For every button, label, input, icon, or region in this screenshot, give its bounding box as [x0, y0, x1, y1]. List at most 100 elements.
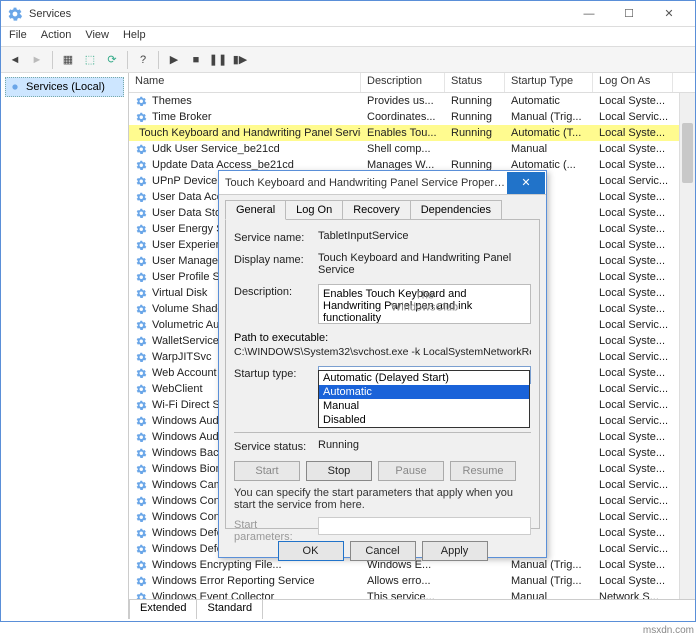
table-row[interactable]: Windows Event CollectorThis service... Ma…	[129, 589, 695, 599]
label-service-name: Service name:	[234, 230, 312, 244]
option-disabled[interactable]: Disabled	[319, 413, 529, 427]
tab-extended[interactable]: Extended	[129, 600, 197, 619]
label-startup-type: Startup type:	[234, 366, 312, 380]
close-button[interactable]: ✕	[649, 2, 689, 26]
ok-button[interactable]: OK	[278, 541, 344, 561]
cell-logon: Local Servic...	[593, 319, 673, 331]
col-status[interactable]: Status	[445, 73, 505, 92]
value-service-status: Running	[318, 439, 531, 451]
table-row[interactable]: Udk User Service_be21cdShell comp...Manu…	[129, 141, 695, 157]
cell-description: Allows erro...	[361, 575, 445, 587]
cell-logon: Local Syste...	[593, 367, 673, 379]
col-name[interactable]: Name	[129, 73, 361, 92]
menu-file[interactable]: File	[9, 29, 27, 44]
cell-logon: Local Syste...	[593, 95, 673, 107]
restart-service-button[interactable]: ▮▶	[230, 50, 250, 70]
label-path: Path to executable:	[234, 332, 531, 344]
cell-logon: Local Servic...	[593, 543, 673, 555]
cell-startup: Automatic (T...	[505, 127, 593, 139]
value-service-name: TabletInputService	[318, 230, 531, 242]
refresh-button[interactable]: ⟳	[102, 50, 122, 70]
tab-logon[interactable]: Log On	[285, 200, 343, 220]
menu-action[interactable]: Action	[41, 29, 72, 44]
cell-startup: Manual (Trig...	[505, 575, 593, 587]
cell-name: Windows Error Reporting Service	[129, 575, 361, 588]
value-display-name: Touch Keyboard and Handwriting Panel Ser…	[318, 252, 531, 276]
menu-view[interactable]: View	[85, 29, 109, 44]
description-box[interactable]: Enables Touch Keyboard and Handwriting P…	[318, 284, 531, 324]
cell-logon: Local Syste...	[593, 527, 673, 539]
cell-logon: Local Syste...	[593, 223, 673, 235]
cell-logon: Local Servic...	[593, 351, 673, 363]
scrollbar-thumb[interactable]	[682, 123, 693, 183]
cell-status: Running	[445, 127, 505, 139]
tab-general[interactable]: General	[225, 200, 286, 220]
services-icon	[7, 6, 23, 22]
list-header: Name Description Status Startup Type Log…	[129, 73, 695, 93]
pause-button: Pause	[378, 461, 444, 481]
table-row[interactable]: Windows Error Reporting ServiceAllows er…	[129, 573, 695, 589]
cell-description: Provides us...	[361, 95, 445, 107]
scrollbar[interactable]	[679, 93, 695, 599]
dialog-title: Touch Keyboard and Handwriting Panel Ser…	[225, 177, 507, 189]
cell-name: Touch Keyboard and Handwriting Panel Ser…	[129, 127, 361, 140]
cell-logon: Local Syste...	[593, 207, 673, 219]
cell-logon: Local Syste...	[593, 559, 673, 571]
pause-service-button[interactable]: ❚❚	[208, 50, 228, 70]
start-service-button[interactable]: ▶	[164, 50, 184, 70]
back-button[interactable]: ◄	[5, 50, 25, 70]
label-service-status: Service status:	[234, 439, 312, 453]
stop-button[interactable]: Stop	[306, 461, 372, 481]
tab-standard[interactable]: Standard	[196, 600, 263, 619]
option-manual[interactable]: Manual	[319, 399, 529, 413]
col-logon[interactable]: Log On As	[593, 73, 673, 92]
cell-description: Coordinates...	[361, 111, 445, 123]
cell-logon: Local Syste...	[593, 575, 673, 587]
forward-button[interactable]: ►	[27, 50, 47, 70]
minimize-button[interactable]: —	[569, 2, 609, 26]
apply-button[interactable]: Apply	[422, 541, 488, 561]
option-automatic[interactable]: Automatic	[319, 385, 529, 399]
table-row[interactable]: Touch Keyboard and Handwriting Panel Ser…	[129, 125, 695, 141]
properties-button[interactable]: ▦	[58, 50, 78, 70]
start-params-note: You can specify the start parameters tha…	[234, 487, 531, 511]
cell-logon: Local Syste...	[593, 127, 673, 139]
cell-logon: Local Syste...	[593, 143, 673, 155]
table-row[interactable]: Time BrokerCoordinates...RunningManual (…	[129, 109, 695, 125]
menu-help[interactable]: Help	[123, 29, 146, 44]
cancel-button[interactable]: Cancel	[350, 541, 416, 561]
cell-logon: Local Syste...	[593, 463, 673, 475]
cell-logon: Local Servic...	[593, 399, 673, 411]
cell-description: Shell comp...	[361, 143, 445, 155]
gear-icon	[8, 80, 22, 94]
startup-type-dropdown[interactable]: Automatic (Delayed Start) Automatic Manu…	[318, 370, 530, 428]
export-button[interactable]: ⬚	[80, 50, 100, 70]
label-display-name: Display name:	[234, 252, 312, 266]
cell-logon: Network S...	[593, 591, 673, 599]
cell-startup: Automatic	[505, 95, 593, 107]
titlebar: Services — ☐ ✕	[1, 1, 695, 27]
value-path: C:\WINDOWS\System32\svchost.exe -k Local…	[234, 346, 531, 358]
option-delayed[interactable]: Automatic (Delayed Start)	[319, 371, 529, 385]
start-params-input	[318, 517, 531, 535]
cell-logon: Local Syste...	[593, 287, 673, 299]
maximize-button[interactable]: ☐	[609, 2, 649, 26]
cell-name: Windows Event Collector	[129, 591, 361, 600]
col-startup[interactable]: Startup Type	[505, 73, 593, 92]
tab-recovery[interactable]: Recovery	[342, 200, 410, 220]
stop-service-button[interactable]: ■	[186, 50, 206, 70]
cell-logon: Local Syste...	[593, 159, 673, 171]
cell-startup: Manual	[505, 591, 593, 599]
col-description[interactable]: Description	[361, 73, 445, 92]
toolbar: ◄ ► ▦ ⬚ ⟳ ? ▶ ■ ❚❚ ▮▶	[1, 47, 695, 73]
cell-logon: Local Servic...	[593, 383, 673, 395]
tree-services-local[interactable]: Services (Local)	[5, 77, 124, 97]
table-row[interactable]: ThemesProvides us...RunningAutomaticLoca…	[129, 93, 695, 109]
help-button[interactable]: ?	[133, 50, 153, 70]
cell-startup: Manual (Trig...	[505, 111, 593, 123]
properties-dialog: Touch Keyboard and Handwriting Panel Ser…	[218, 170, 547, 558]
tab-dependencies[interactable]: Dependencies	[410, 200, 502, 220]
cell-description: This service...	[361, 591, 445, 599]
bottom-tabs: Extended Standard	[129, 599, 695, 619]
dialog-close-button[interactable]: ✕	[507, 172, 545, 194]
